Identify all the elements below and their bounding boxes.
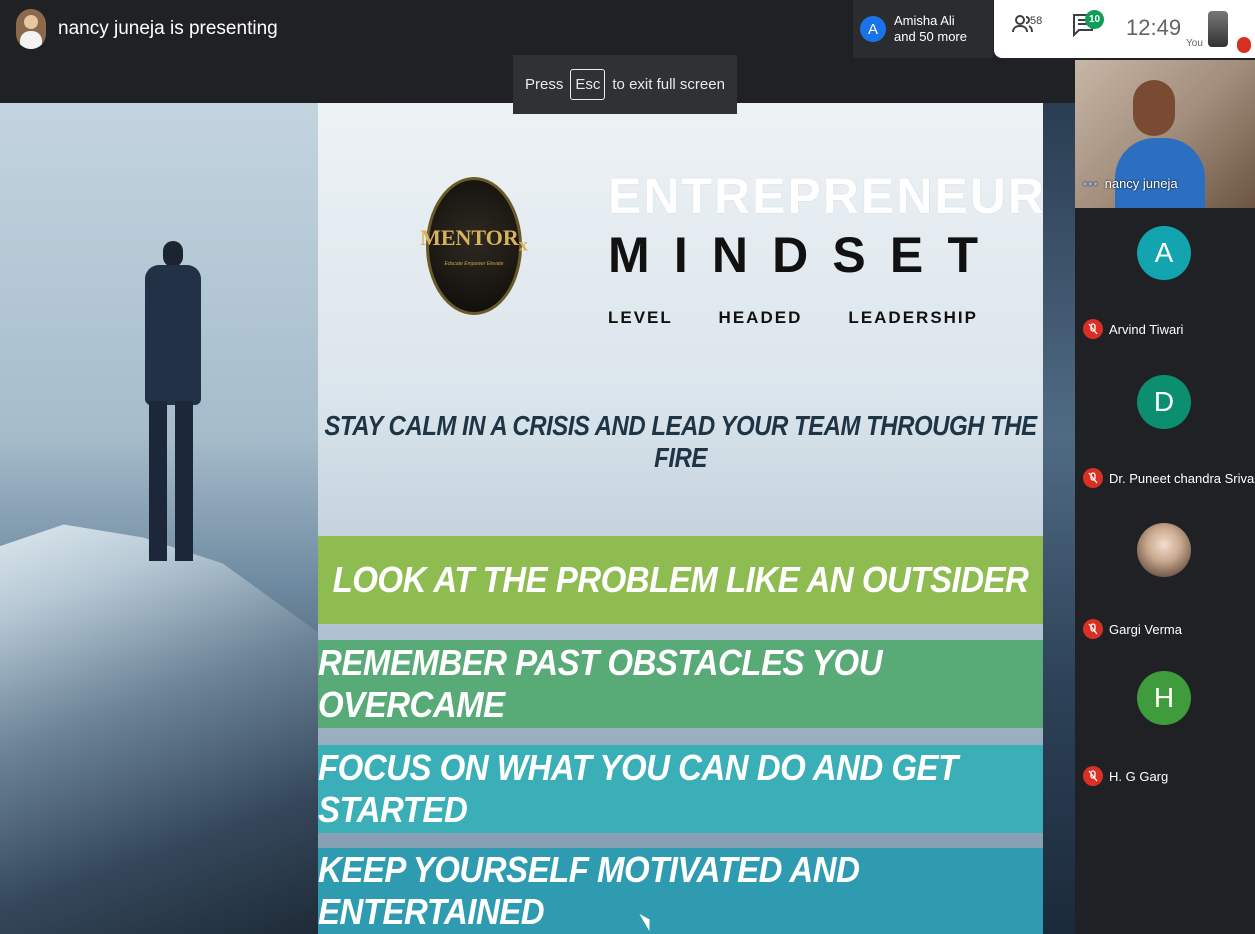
presenter-tile-name: ••• nancy juneja	[1083, 176, 1178, 191]
slide-subtitle: LEVEL HEADED LEADERSHIP	[608, 308, 978, 327]
mic-off-icon	[1083, 619, 1103, 639]
participant-name: H. G Garg	[1109, 768, 1169, 784]
mic-off-icon	[1083, 766, 1103, 786]
presentation-slide: MENTORx Educate Empower Elevate ENTREPRE…	[0, 103, 1075, 934]
mic-off-icon	[1083, 468, 1103, 488]
slide-left-photo	[0, 103, 318, 934]
mic-off-icon	[1083, 319, 1103, 339]
participant-name-row: H. G Garg	[1083, 766, 1168, 786]
exit-fullscreen-toast: Press Esc to exit full screen	[513, 55, 737, 114]
slide-title-line1: ENTREPRENEUR	[608, 168, 1046, 224]
joiner-line2: and 50 more	[894, 29, 967, 44]
esc-key: Esc	[570, 69, 606, 100]
slide-headline: STAY CALM IN A CRISIS AND LEAD YOUR TEAM…	[324, 410, 1037, 475]
participant-name: Gargi Verma	[1109, 621, 1182, 637]
slide-title-line2: M I N D S E T	[608, 227, 978, 283]
participant-avatar[interactable]: A	[1137, 226, 1191, 280]
participant-avatar[interactable]: D	[1137, 375, 1191, 429]
toast-prefix: Press	[525, 76, 564, 93]
top-bar: nancy juneja is presenting A Amisha Ali …	[0, 0, 1255, 60]
man-silhouette	[141, 241, 203, 561]
slide-point-4: KEEP YOURSELF MOTIVATED AND ENTERTAINED	[318, 848, 1043, 934]
participant-name-row: Gargi Verma	[1083, 619, 1182, 639]
logo-text: MENTOR	[420, 224, 519, 250]
you-label: You	[1186, 38, 1203, 49]
joiner-avatar: A	[860, 16, 886, 42]
logo-tagline: Educate Empower Elevate	[444, 261, 504, 268]
mic-off-icon	[1237, 37, 1251, 53]
joiner-line1: Amisha Ali	[894, 13, 955, 28]
participant-name: Arvind Tiwari	[1109, 321, 1184, 337]
participant-name-row: Dr. Puneet chandra Srivast...	[1083, 468, 1255, 488]
point-3-text: FOCUS ON WHAT YOU CAN DO AND GET STARTED	[318, 747, 958, 830]
chat-badge: 10	[1085, 10, 1104, 29]
participants-panel: ••• nancy juneja A Arvind Tiwari D Dr. P…	[1075, 60, 1255, 934]
point-1-text: LOOK AT THE PROBLEM LIKE AN OUTSIDER	[332, 559, 1029, 600]
presenter-tile-label: nancy juneja	[1104, 176, 1178, 191]
point-4-text: KEEP YOURSELF MOTIVATED AND ENTERTAINED	[318, 849, 860, 932]
participant-avatar[interactable]: H	[1137, 671, 1191, 725]
slide-content: MENTORx Educate Empower Elevate ENTREPRE…	[318, 103, 1046, 934]
clock: 12:49	[1126, 15, 1182, 40]
more-options-icon[interactable]: •••	[1083, 177, 1099, 191]
toast-suffix: to exit full screen	[612, 76, 725, 93]
presenting-label: nancy juneja is presenting	[58, 18, 278, 39]
presenter-info: nancy juneja is presenting	[16, 9, 278, 49]
slide-point-2: REMEMBER PAST OBSTACLES YOU OVERCAME	[318, 640, 1043, 728]
meeting-controls: 58 10 12:49 You	[994, 0, 1255, 58]
presenter-avatar	[16, 9, 46, 49]
mentor-logo: MENTORx Educate Empower Elevate	[420, 177, 528, 315]
joiner-text: Amisha Ali and 50 more	[894, 13, 967, 45]
joiners-notification[interactable]: A Amisha Ali and 50 more	[853, 0, 993, 58]
participant-name: Dr. Puneet chandra Srivast...	[1109, 470, 1255, 486]
cliff-image	[0, 524, 318, 934]
point-2-text: REMEMBER PAST OBSTACLES YOU OVERCAME	[318, 642, 883, 725]
participant-avatar-photo[interactable]	[1137, 523, 1191, 577]
logo-sub: x	[518, 234, 528, 255]
slide-point-1: LOOK AT THE PROBLEM LIKE AN OUTSIDER	[318, 536, 1043, 624]
self-thumbnail[interactable]	[1208, 11, 1228, 47]
people-count: 58	[1030, 15, 1043, 27]
participant-name-row: Arvind Tiwari	[1083, 319, 1183, 339]
slide-right-photo	[1043, 103, 1075, 934]
presenter-video-tile[interactable]: ••• nancy juneja	[1075, 60, 1255, 208]
slide-point-3: FOCUS ON WHAT YOU CAN DO AND GET STARTED	[318, 745, 1043, 833]
